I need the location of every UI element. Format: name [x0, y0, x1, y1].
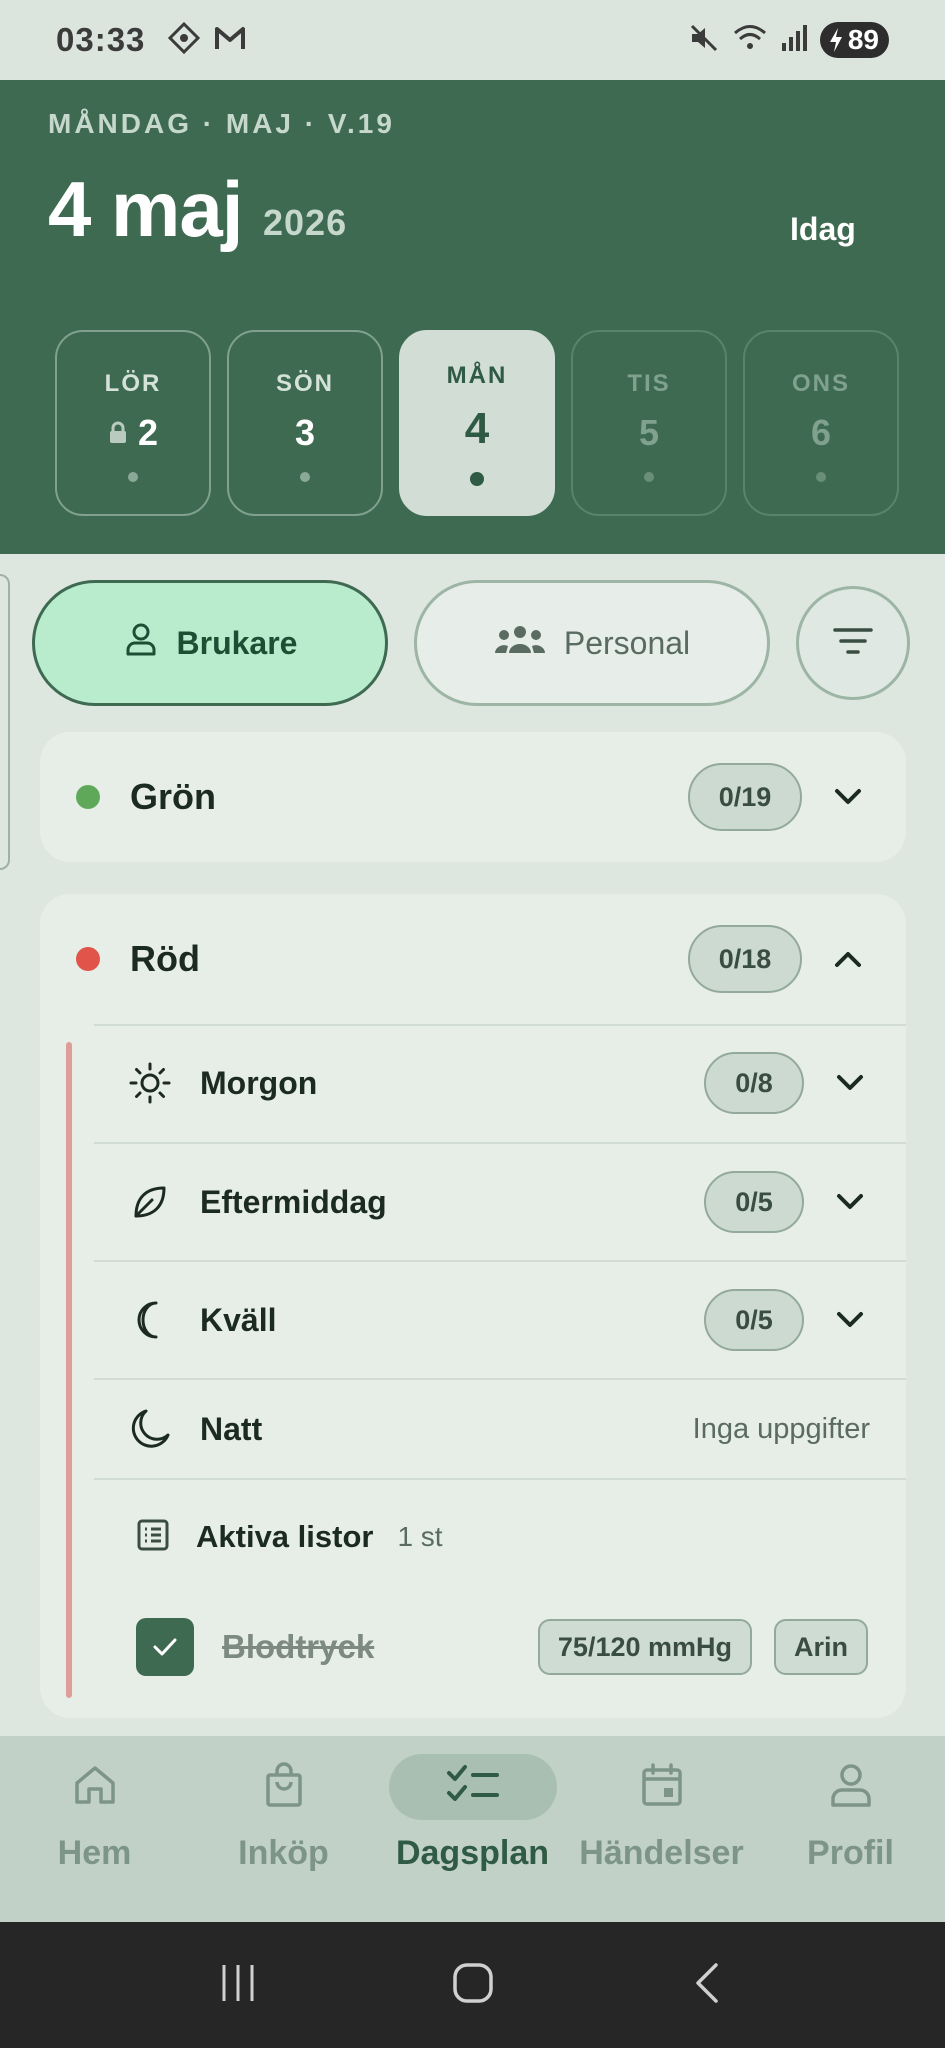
- subgroup-kvall[interactable]: Kväll 0/5: [94, 1260, 906, 1378]
- day-tab-tis[interactable]: TIS 5: [571, 330, 727, 516]
- chevron-down-icon[interactable]: [830, 1300, 870, 1340]
- leaf-icon: [128, 1180, 172, 1224]
- mute-icon: [688, 22, 720, 59]
- subgroup-name: Eftermiddag: [200, 1183, 387, 1220]
- brukare-toggle[interactable]: Brukare: [32, 580, 388, 706]
- wifi-icon: [732, 22, 768, 59]
- day-tab-man[interactable]: MÅN 4: [399, 330, 555, 516]
- day-dot: [644, 472, 654, 482]
- signal-icon: [780, 23, 808, 58]
- app-notification-icon: [167, 21, 201, 60]
- subgroup-list: Morgon 0/8 Eftermiddag 0/5 Kväll 0/5 Nat…: [94, 1024, 906, 1700]
- filter-button[interactable]: [796, 586, 910, 700]
- empty-text: Inga uppgifter: [692, 1412, 870, 1445]
- chevron-down-icon[interactable]: [828, 777, 868, 817]
- assignee-badge: Arin: [774, 1619, 868, 1675]
- group-name: Grön: [130, 776, 216, 817]
- profile-icon: [827, 1761, 875, 1814]
- group-card-rod: Röd 0/18 Morgon 0/8 Eftermiddag 0/5 Kväl…: [40, 894, 906, 1718]
- list-icon: [136, 1518, 170, 1557]
- day-dot: [128, 472, 138, 482]
- status-time: 03:33: [56, 21, 146, 58]
- group-name: Röd: [130, 938, 200, 979]
- group-card-gron: Grön 0/19: [40, 732, 906, 862]
- count-badge: 0/18: [688, 925, 802, 993]
- home-icon: [71, 1761, 119, 1814]
- chevron-up-icon[interactable]: [828, 939, 868, 979]
- gmail-icon: [213, 21, 247, 60]
- day-dot: [470, 472, 484, 486]
- day-tab-ons[interactable]: ONS 6: [743, 330, 899, 516]
- status-dot-green: [76, 785, 100, 809]
- group-header-gron[interactable]: Grön 0/19: [40, 732, 906, 862]
- year-label: 2026: [263, 202, 348, 243]
- list-item-name: Blodtryck: [222, 1628, 375, 1665]
- date-subtitle: MÅNDAG · MAJ · V.19: [48, 108, 395, 139]
- subgroup-name: Kväll: [200, 1301, 277, 1338]
- group-icon: [494, 623, 546, 663]
- checkbox[interactable]: [136, 1618, 194, 1676]
- recent-apps-icon[interactable]: [216, 1961, 260, 2010]
- side-drawer-handle[interactable]: [0, 574, 10, 870]
- back-icon[interactable]: [686, 1961, 730, 2010]
- nav-home[interactable]: Hem: [0, 1736, 189, 1922]
- date-header: MÅNDAG · MAJ · V.19 4 maj 2026 Idag LÖR …: [0, 80, 945, 554]
- page-title: 4 maj: [48, 165, 243, 253]
- active-lists-title: Aktiva listor: [196, 1519, 374, 1554]
- day-tab-lor[interactable]: LÖR 2: [55, 330, 211, 516]
- day-selector: LÖR 2 SÖN 3 MÅN 4 TIS 5 ONS 6: [55, 330, 899, 516]
- moon-crescent-icon: [128, 1298, 172, 1342]
- group-header-rod[interactable]: Röd 0/18: [40, 894, 906, 1024]
- active-lists-count: 1 st: [397, 1521, 443, 1552]
- battery-indicator: 89: [819, 22, 889, 58]
- count-badge: 0/8: [704, 1052, 804, 1114]
- nav-events[interactable]: Händelser: [567, 1736, 756, 1922]
- count-badge: 0/5: [704, 1289, 804, 1351]
- nav-profile[interactable]: Profil: [756, 1736, 945, 1922]
- subgroup-eftermiddag[interactable]: Eftermiddag 0/5: [94, 1142, 906, 1260]
- person-icon: [123, 621, 159, 665]
- lock-icon: [108, 412, 128, 454]
- day-tab-son[interactable]: SÖN 3: [227, 330, 383, 516]
- nav-dayplan[interactable]: Dagsplan: [378, 1736, 567, 1922]
- nav-purchase[interactable]: Inköp: [189, 1736, 378, 1922]
- group-accent-line: [66, 1042, 72, 1698]
- subgroup-morgon[interactable]: Morgon 0/8: [94, 1024, 906, 1142]
- filter-icon: [833, 626, 873, 661]
- home-button-icon[interactable]: [451, 1961, 495, 2010]
- active-lists-header: Aktiva listor 1 st: [94, 1478, 906, 1594]
- checklist-icon: [445, 1761, 501, 1814]
- personal-toggle[interactable]: Personal: [414, 580, 770, 706]
- subgroup-name: Natt: [200, 1410, 263, 1447]
- view-toggle: Brukare Personal: [32, 580, 910, 706]
- subgroup-natt[interactable]: Natt Inga uppgifter: [94, 1378, 906, 1478]
- system-navigation-bar: [0, 1922, 945, 2048]
- status-bar: 03:33 89: [0, 0, 945, 80]
- day-dot: [816, 472, 826, 482]
- bottom-navigation: Hem Inköp Dagsplan Händelser Profil: [0, 1736, 945, 1922]
- chevron-down-icon[interactable]: [830, 1063, 870, 1103]
- measurement-value: 75/120 mmHg: [537, 1619, 752, 1675]
- sun-icon: [128, 1061, 172, 1105]
- chevron-down-icon[interactable]: [830, 1182, 870, 1222]
- today-button[interactable]: Idag: [790, 211, 856, 248]
- subgroup-name: Morgon: [200, 1064, 318, 1101]
- count-badge: 0/19: [688, 763, 802, 831]
- shopping-bag-icon: [260, 1761, 308, 1814]
- status-dot-red: [76, 947, 100, 971]
- moon-icon: [128, 1407, 172, 1451]
- calendar-icon: [638, 1761, 686, 1814]
- day-dot: [300, 472, 310, 482]
- list-item: Blodtryck 75/120 mmHg Arin: [94, 1594, 906, 1700]
- count-badge: 0/5: [704, 1171, 804, 1233]
